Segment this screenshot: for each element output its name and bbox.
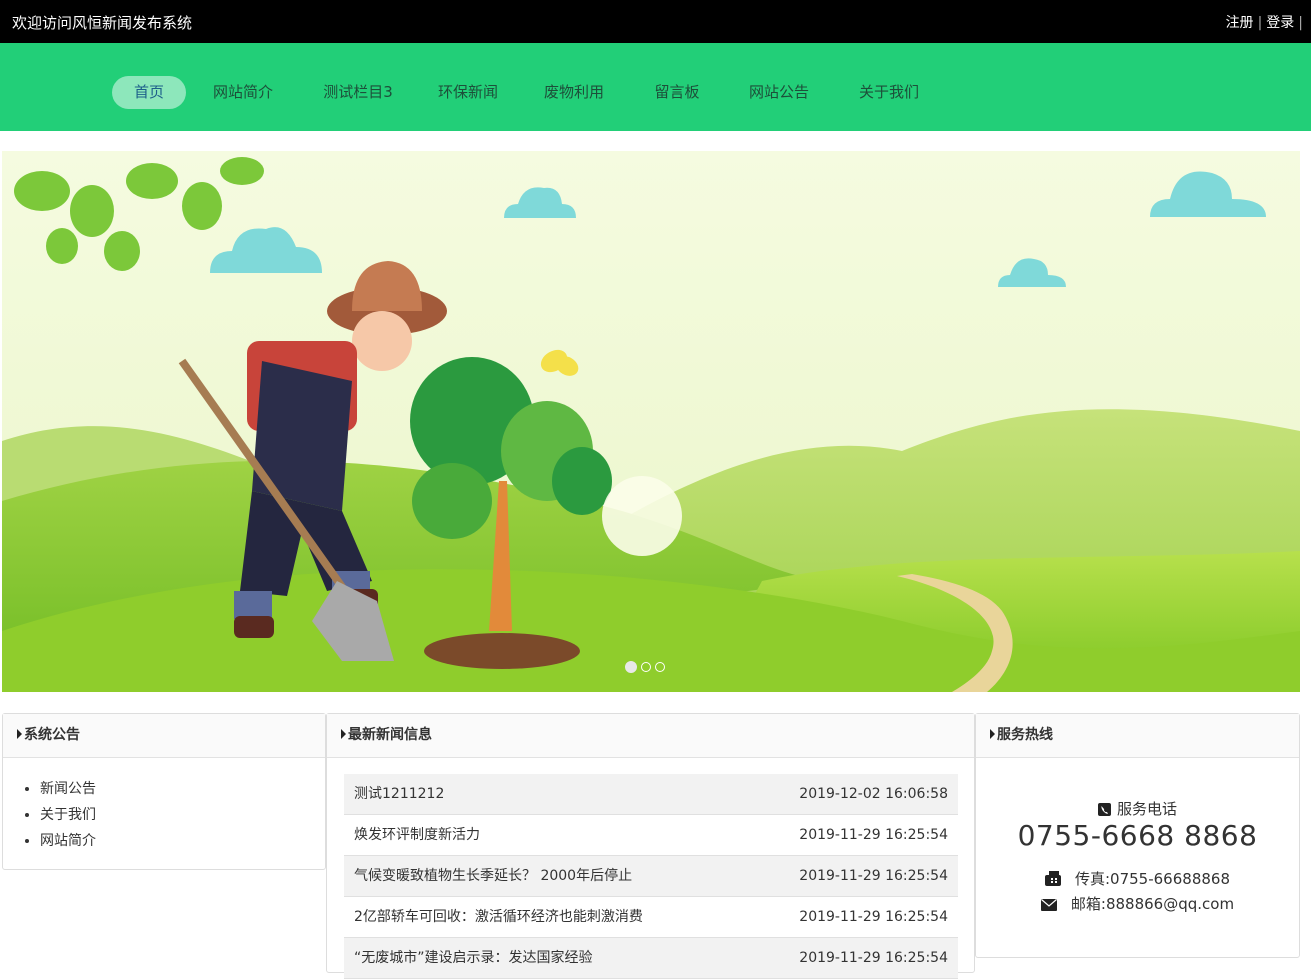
slider-dot[interactable]: [655, 662, 665, 672]
caret-right-icon: [990, 729, 995, 739]
news-row[interactable]: 测试1211212 2019-12-02 16:06:58: [344, 774, 958, 815]
notice-panel: 系统公告 新闻公告 关于我们 网站简介: [2, 713, 326, 870]
hotline-panel: 服务热线 服务电话 0755-6668 8868 传真:0755-6668886…: [975, 713, 1300, 958]
email-row: 邮箱:888866@qq.com: [976, 893, 1299, 914]
news-date: 2019-11-29 16:25:54: [799, 868, 948, 884]
phone-icon: [1097, 803, 1111, 816]
nav-item-test-column[interactable]: 测试栏目3: [316, 76, 400, 109]
nav-item-announcements[interactable]: 网站公告: [741, 76, 817, 109]
notice-item[interactable]: 网站简介: [40, 828, 325, 854]
news-panel-title: 最新新闻信息: [348, 727, 432, 743]
nav-item-guestbook[interactable]: 留言板: [646, 76, 708, 109]
notice-item[interactable]: 关于我们: [40, 802, 325, 828]
banner-illustration: [2, 151, 1300, 692]
news-title[interactable]: 气候变暖致植物生长季延长？ 2000年后停止: [354, 856, 632, 896]
email-text: 邮箱:888866@qq.com: [1070, 895, 1235, 913]
news-list: 测试1211212 2019-12-02 16:06:58 焕发环评制度新活力 …: [344, 774, 958, 979]
phone-label-row: 服务电话: [976, 798, 1299, 819]
news-date: 2019-11-29 16:25:54: [799, 827, 948, 843]
nav-item-about-site[interactable]: 网站简介: [205, 76, 281, 109]
news-panel: 最新新闻信息 测试1211212 2019-12-02 16:06:58 焕发环…: [326, 713, 975, 979]
nav-item-env-news[interactable]: 环保新闻: [430, 76, 506, 109]
login-link[interactable]: 登录: [1266, 15, 1294, 31]
news-title[interactable]: 焕发环评制度新活力: [354, 815, 480, 855]
notice-item[interactable]: 新闻公告: [40, 776, 325, 802]
slider-dot-active[interactable]: [625, 661, 637, 673]
phone-label: 服务电话: [1116, 800, 1177, 818]
hotline-panel-title: 服务热线: [997, 727, 1053, 743]
phone-number: 0755-6668 8868: [1017, 819, 1258, 852]
nav-item-about-us[interactable]: 关于我们: [851, 76, 927, 109]
fax-icon: [1045, 871, 1061, 886]
notice-panel-header: 系统公告: [3, 714, 325, 758]
top-bar: 欢迎访问风恒新闻发布系统 注册 | 登录 |: [0, 0, 1311, 43]
caret-right-icon: [17, 729, 22, 739]
nav-item-home[interactable]: 首页: [112, 76, 186, 109]
news-title[interactable]: 2亿部轿车可回收：激活循环经济也能刺激消费: [354, 897, 643, 937]
news-date: 2019-11-29 16:25:54: [799, 950, 948, 966]
main-nav: 首页 网站简介 测试栏目3 环保新闻 废物利用 留言板 网站公告 关于我们: [0, 43, 1311, 131]
news-row[interactable]: “无废城市”建设启示录：发达国家经验 2019-11-29 16:25:54: [344, 938, 958, 979]
fax-text: 传真:0755-66688868: [1075, 870, 1230, 888]
auth-links: 注册 | 登录 |: [1226, 12, 1307, 32]
hero-banner[interactable]: [2, 151, 1300, 692]
hotline-body: 服务电话 0755-6668 8868 传真:0755-66688868 邮箱:…: [976, 798, 1299, 914]
slider-dot[interactable]: [641, 662, 651, 672]
fax-row: 传真:0755-66688868: [976, 868, 1299, 889]
welcome-text: 欢迎访问风恒新闻发布系统: [12, 14, 193, 32]
news-date: 2019-11-29 16:25:54: [799, 909, 948, 925]
auth-divider: |: [1298, 15, 1303, 31]
news-row[interactable]: 焕发环评制度新活力 2019-11-29 16:25:54: [344, 815, 958, 856]
notice-panel-title: 系统公告: [24, 727, 80, 743]
notice-list: 新闻公告 关于我们 网站简介: [3, 758, 325, 854]
register-link[interactable]: 注册: [1226, 15, 1254, 31]
caret-right-icon: [341, 729, 346, 739]
slider-dots: [625, 657, 669, 676]
hotline-panel-header: 服务热线: [976, 714, 1299, 758]
news-date: 2019-12-02 16:06:58: [799, 786, 948, 802]
news-row[interactable]: 气候变暖致植物生长季延长？ 2000年后停止 2019-11-29 16:25:…: [344, 856, 958, 897]
news-title[interactable]: 测试1211212: [354, 774, 444, 814]
news-title[interactable]: “无废城市”建设启示录：发达国家经验: [354, 938, 593, 978]
news-panel-header: 最新新闻信息: [327, 714, 974, 758]
news-row[interactable]: 2亿部轿车可回收：激活循环经济也能刺激消费 2019-11-29 16:25:5…: [344, 897, 958, 938]
envelope-icon: [1040, 899, 1057, 911]
auth-divider: |: [1257, 15, 1263, 31]
nav-item-waste-reuse[interactable]: 废物利用: [536, 76, 612, 109]
